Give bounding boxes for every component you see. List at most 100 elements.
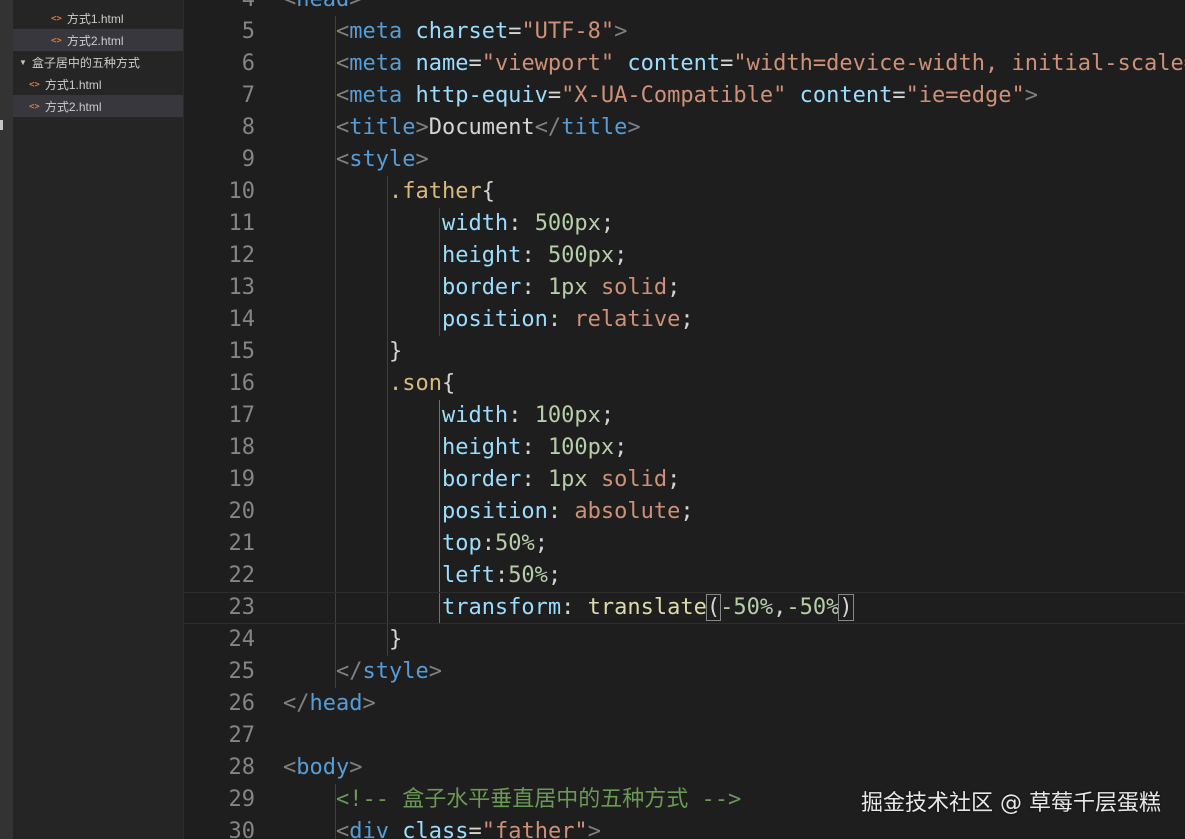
code-text: ,	[773, 595, 787, 620]
code-selector: .father	[388, 179, 482, 204]
code-tag-name: div	[349, 819, 389, 839]
explorer-file-item[interactable]: <> 方式1.html	[13, 7, 183, 29]
code-line[interactable]: 20 position: absolute;	[184, 496, 1185, 528]
code-text: }	[283, 339, 403, 364]
code-text: }	[283, 627, 403, 652]
code-text: ;	[600, 211, 615, 236]
code-attribute-name: name	[415, 51, 469, 76]
code-tag-name: title	[349, 115, 416, 140]
code-text: =	[468, 51, 482, 76]
code-text: :	[521, 275, 548, 300]
line-number: 4	[184, 0, 255, 16]
code-property: width	[441, 403, 509, 428]
code-line[interactable]: 7 <meta http-equiv="X-UA-Compatible" con…	[184, 80, 1185, 112]
code-string: "X-UA-Compatible"	[561, 83, 787, 108]
code-punctuation: >	[627, 115, 641, 140]
line-number: 10	[228, 179, 256, 204]
code-content: <body>	[283, 752, 362, 784]
code-line[interactable]: 17 width: 100px;	[184, 400, 1185, 432]
code-matching-bracket: )	[838, 594, 854, 621]
line-number: 21	[228, 531, 256, 556]
explorer-file-item-selected[interactable]: <> 方式2.html	[13, 29, 183, 51]
code-line[interactable]: 26 </head>	[184, 688, 1185, 720]
code-line[interactable]: 12 height: 500px;	[184, 240, 1185, 272]
code-text: :	[521, 243, 548, 268]
line-number: 24	[228, 627, 256, 652]
code-line[interactable]: 28 <body>	[184, 752, 1185, 784]
code-number: 500px	[534, 211, 601, 236]
code-text: =	[508, 19, 522, 44]
line-number: 30	[228, 819, 256, 839]
line-number: 11	[228, 211, 256, 236]
line-number: 26	[228, 691, 256, 716]
code-string: "width=device-width, initial-scale=1.0"	[733, 51, 1185, 76]
explorer-file-item[interactable]: <> 方式1.html	[13, 73, 183, 95]
code-text: =	[720, 51, 734, 76]
code-line[interactable]: 9 <style>	[184, 144, 1185, 176]
code-text: {	[481, 179, 495, 204]
code-editor[interactable]: 4<head>5 <meta charset="UTF-8">6 <meta n…	[184, 0, 1185, 839]
code-line[interactable]: 13 border: 1px solid;	[184, 272, 1185, 304]
code-line[interactable]: 27	[184, 720, 1185, 752]
code-selector: .son	[388, 371, 442, 396]
code-line[interactable]: 18 height: 100px;	[184, 432, 1185, 464]
code-line[interactable]: 11 width: 500px;	[184, 208, 1185, 240]
code-line[interactable]: 16 .son{	[184, 368, 1185, 400]
code-line[interactable]: 4 <head>	[184, 0, 1185, 16]
line-number: 22	[228, 563, 256, 588]
code-string: "father"	[481, 819, 588, 839]
code-tag-name: meta	[349, 51, 403, 76]
code-content: .son{	[283, 368, 455, 400]
code-property: position	[441, 499, 548, 524]
code-content: <!-- 盒子水平垂直居中的五种方式 -->	[283, 784, 741, 816]
line-number: 19	[228, 467, 256, 492]
code-tag-name: title	[561, 115, 628, 140]
code-line[interactable]: 21 top:50%;	[184, 528, 1185, 560]
code-punctuation: </	[335, 659, 363, 684]
code-line[interactable]: 6 <meta name="viewport" content="width=d…	[184, 48, 1185, 80]
code-content: width: 100px;	[283, 400, 614, 432]
explorer-folder-row-partial[interactable]	[13, 0, 183, 6]
code-attribute-name: content	[799, 83, 893, 108]
code-line[interactable]: 14 position: relative;	[184, 304, 1185, 336]
code-punctuation: </	[283, 691, 310, 716]
code-text: ;	[600, 403, 615, 428]
code-line[interactable]: 30 <div class="father">	[184, 816, 1185, 839]
code-content: height: 500px;	[283, 240, 627, 272]
html-file-icon: <>	[29, 101, 40, 112]
code-property: height	[441, 243, 522, 268]
html-file-icon: <>	[29, 79, 40, 90]
explorer-folder-item[interactable]: ▼ 盒子居中的五种方式	[13, 51, 183, 73]
code-punctuation: >	[349, 755, 363, 780]
code-number: 100px	[534, 403, 601, 428]
code-content: </style>	[283, 656, 442, 688]
code-punctuation: <	[335, 115, 350, 140]
explorer-file-item-selected[interactable]: <> 方式2.html	[13, 95, 183, 117]
line-number: 20	[228, 499, 256, 524]
code-line[interactable]: 10 .father{	[184, 176, 1185, 208]
code-line[interactable]: 19 border: 1px solid;	[184, 464, 1185, 496]
code-text: =	[468, 819, 482, 839]
code-content: <title>Document</title>	[283, 112, 641, 144]
code-text: ;	[547, 563, 562, 588]
code-text: :	[547, 499, 575, 524]
code-line[interactable]: 15 }	[184, 336, 1185, 368]
code-property: border	[441, 275, 522, 300]
code-property: transform	[441, 595, 562, 620]
code-line[interactable]: 22 left:50%;	[184, 560, 1185, 592]
explorer-file-label: 方式2.html	[44, 99, 102, 114]
code-line[interactable]: 24 }	[184, 624, 1185, 656]
code-line[interactable]: 23 transform: translate(-50%,-50%)	[184, 592, 1185, 624]
code-line[interactable]: 8 <title>Document</title>	[184, 112, 1185, 144]
code-line[interactable]: 5 <meta charset="UTF-8">	[184, 16, 1185, 48]
code-line[interactable]: 25 </style>	[184, 656, 1185, 688]
code-number: 1px	[547, 467, 588, 492]
code-content: }	[283, 336, 402, 368]
